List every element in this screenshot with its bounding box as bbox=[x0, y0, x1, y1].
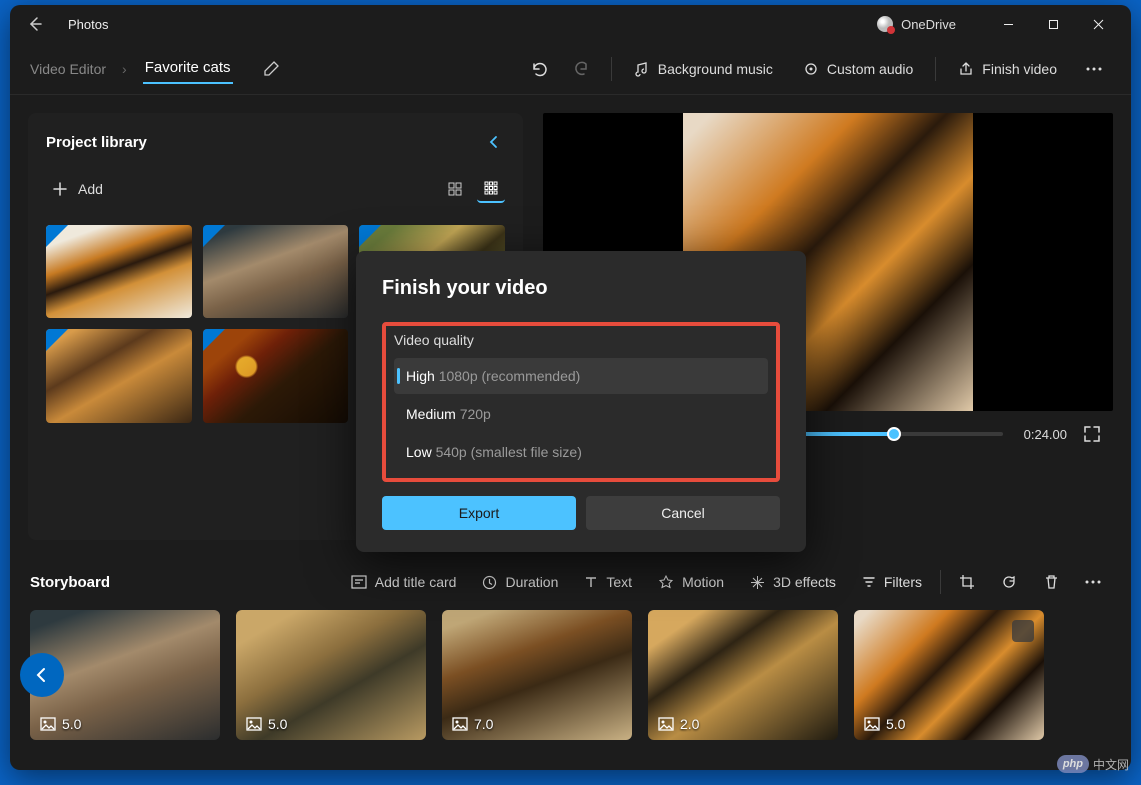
back-button[interactable] bbox=[20, 9, 50, 39]
more-icon bbox=[1085, 580, 1101, 584]
clip-slot-icon bbox=[1012, 620, 1034, 642]
clip-duration: 2.0 bbox=[680, 716, 699, 732]
more-button[interactable] bbox=[1077, 61, 1111, 77]
quality-options-group: Video quality High 1080p (recommended) M… bbox=[382, 322, 780, 482]
trash-icon bbox=[1044, 574, 1059, 590]
library-thumb[interactable] bbox=[203, 225, 349, 318]
app-window: Photos OneDrive Video Editor › Favorite … bbox=[10, 5, 1131, 770]
filter-icon bbox=[862, 575, 876, 589]
plus-icon bbox=[52, 181, 68, 197]
3d-effects-button[interactable]: 3D effects bbox=[740, 568, 846, 596]
music-icon bbox=[634, 61, 650, 77]
onedrive-icon bbox=[877, 16, 893, 32]
library-thumb[interactable] bbox=[46, 329, 192, 422]
rotate-icon bbox=[1001, 574, 1017, 590]
window-maximize-button[interactable] bbox=[1031, 9, 1076, 39]
app-title: Photos bbox=[68, 17, 108, 32]
rotate-button[interactable] bbox=[991, 568, 1027, 596]
window-close-button[interactable] bbox=[1076, 9, 1121, 39]
more-icon bbox=[1086, 67, 1102, 71]
onedrive-label: OneDrive bbox=[901, 17, 956, 32]
image-icon bbox=[452, 717, 468, 731]
add-media-button[interactable]: Add bbox=[46, 177, 109, 201]
duration-button[interactable]: Duration bbox=[472, 568, 568, 596]
storyboard-clip[interactable]: 2.0 bbox=[648, 610, 838, 740]
time-total: 0:24.00 bbox=[1015, 427, 1067, 442]
storyboard-prev-button[interactable] bbox=[20, 653, 64, 697]
crop-icon bbox=[959, 574, 975, 590]
audio-icon bbox=[803, 61, 819, 77]
image-icon bbox=[246, 717, 262, 731]
library-thumb[interactable] bbox=[203, 329, 349, 422]
image-icon bbox=[864, 717, 880, 731]
undo-button[interactable] bbox=[521, 54, 555, 84]
cancel-button[interactable]: Cancel bbox=[586, 496, 780, 530]
filters-button[interactable]: Filters bbox=[852, 568, 932, 596]
clip-duration: 5.0 bbox=[62, 716, 81, 732]
onedrive-status[interactable]: OneDrive bbox=[877, 16, 956, 32]
library-thumb[interactable] bbox=[46, 225, 192, 318]
quality-option-high[interactable]: High 1080p (recommended) bbox=[394, 358, 768, 394]
fullscreen-button[interactable] bbox=[1079, 421, 1105, 447]
titlebar: Photos OneDrive bbox=[10, 5, 1131, 43]
text-button[interactable]: Text bbox=[574, 568, 642, 596]
grid-large-button[interactable] bbox=[441, 175, 469, 203]
dialog-title: Finish your video bbox=[382, 277, 780, 300]
storyboard-clip[interactable]: 5.0 bbox=[854, 610, 1044, 740]
export-icon bbox=[958, 61, 974, 77]
video-quality-label: Video quality bbox=[394, 332, 768, 348]
title-card-icon bbox=[351, 575, 367, 589]
grid-small-button[interactable] bbox=[477, 175, 505, 203]
collapse-library-button[interactable] bbox=[483, 131, 505, 153]
clip-duration: 7.0 bbox=[474, 716, 493, 732]
finish-video-button[interactable]: Finish video bbox=[948, 55, 1067, 83]
quality-option-medium[interactable]: Medium 720p bbox=[394, 396, 768, 432]
project-name-input[interactable]: Favorite cats bbox=[143, 53, 233, 84]
watermark: php 中文网 bbox=[1057, 755, 1129, 773]
rename-button[interactable] bbox=[257, 55, 285, 83]
redo-button[interactable] bbox=[565, 54, 599, 84]
custom-audio-button[interactable]: Custom audio bbox=[793, 55, 923, 83]
add-title-card-button[interactable]: Add title card bbox=[341, 568, 467, 596]
breadcrumb-root[interactable]: Video Editor bbox=[30, 61, 106, 77]
image-icon bbox=[40, 717, 56, 731]
clock-icon bbox=[482, 575, 497, 590]
storyboard-clip[interactable]: 5.0 bbox=[236, 610, 426, 740]
storyboard-more-button[interactable] bbox=[1075, 574, 1111, 590]
sparkle-icon bbox=[750, 575, 765, 590]
background-music-button[interactable]: Background music bbox=[624, 55, 783, 83]
delete-clip-button[interactable] bbox=[1033, 568, 1069, 596]
clip-duration: 5.0 bbox=[886, 716, 905, 732]
export-button[interactable]: Export bbox=[382, 496, 576, 530]
motion-button[interactable]: Motion bbox=[648, 568, 734, 596]
text-icon bbox=[584, 575, 598, 589]
storyboard-toolbar: Storyboard Add title card Duration Text … bbox=[10, 558, 1131, 600]
storyboard-strip: 5.0 5.0 7.0 2.0 5.0 bbox=[10, 600, 1131, 770]
library-title: Project library bbox=[46, 134, 147, 151]
crop-button[interactable] bbox=[949, 568, 985, 596]
clip-duration: 5.0 bbox=[268, 716, 287, 732]
chevron-right-icon: › bbox=[122, 61, 127, 77]
motion-icon bbox=[658, 575, 674, 589]
finish-video-dialog: Finish your video Video quality High 108… bbox=[356, 251, 806, 552]
image-icon bbox=[658, 717, 674, 731]
quality-option-low[interactable]: Low 540p (smallest file size) bbox=[394, 434, 768, 470]
storyboard-clip[interactable]: 7.0 bbox=[442, 610, 632, 740]
window-minimize-button[interactable] bbox=[986, 9, 1031, 39]
storyboard-title: Storyboard bbox=[30, 574, 110, 591]
editor-toolbar: Video Editor › Favorite cats Background … bbox=[10, 43, 1131, 95]
